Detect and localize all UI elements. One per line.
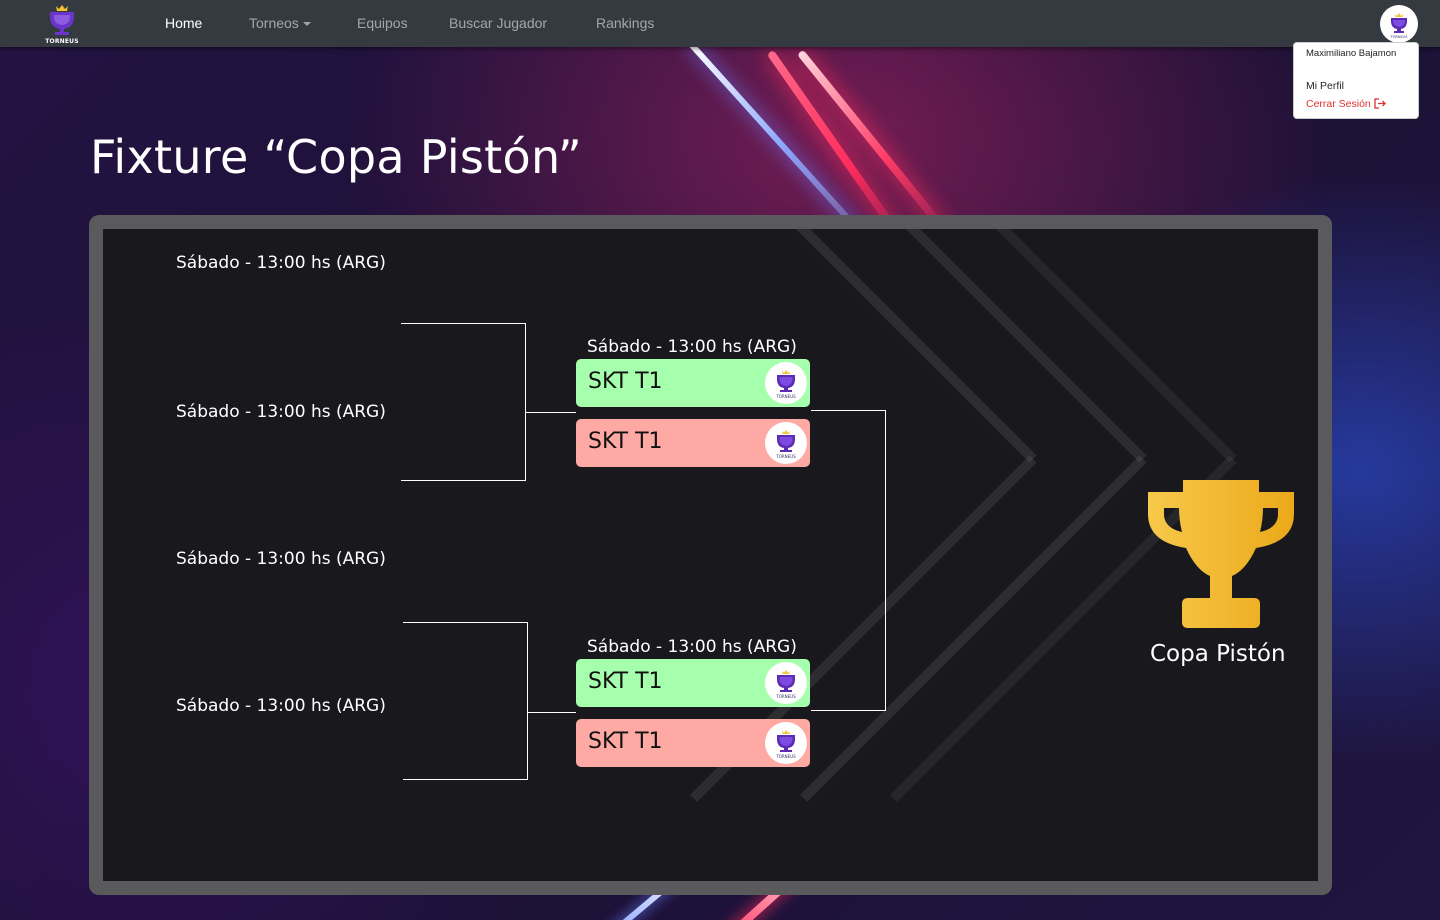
caret-down-icon	[302, 22, 311, 27]
bracket-connector	[885, 410, 886, 710]
round1-match-time: Sábado - 13:00 hs (ARG)	[176, 696, 386, 716]
team-logo: TORNEUS	[765, 722, 807, 764]
team-name: SKT T1	[588, 669, 663, 694]
team-logo: TORNEUS	[765, 662, 807, 704]
team-card-loser[interactable]: SKT T1 TORNEUS	[576, 419, 810, 467]
svg-text:TORNEUS: TORNEUS	[775, 694, 796, 699]
logout-icon	[1374, 98, 1386, 109]
svg-text:TORNEUS: TORNEUS	[775, 394, 796, 399]
bracket-connector	[401, 323, 526, 324]
trophy-icon	[1148, 480, 1294, 628]
nav-torneos-label: Torneos	[249, 15, 299, 31]
bracket-connector	[527, 622, 528, 779]
bracket-connector	[525, 323, 526, 480]
team-name: SKT T1	[588, 429, 663, 454]
bracket-connector	[403, 622, 528, 623]
nav-equipos[interactable]: Equipos	[357, 15, 408, 31]
round2-match-time: Sábado - 13:00 hs (ARG)	[587, 637, 797, 657]
round2-match-time: Sábado - 13:00 hs (ARG)	[587, 337, 797, 357]
team-card-winner[interactable]: SKT T1 TORNEUS	[576, 359, 810, 407]
round1-match-time: Sábado - 13:00 hs (ARG)	[176, 549, 386, 569]
page-title: Fixture “Copa Pistón”	[90, 130, 583, 184]
brand-logo[interactable]: TORNEUS	[44, 3, 80, 45]
background-chevron	[800, 229, 1147, 463]
tournament-name-label: Copa Pistón	[1150, 641, 1286, 667]
svg-text:TORNEUS: TORNEUS	[775, 754, 796, 759]
svg-text:TORNEUS: TORNEUS	[775, 454, 796, 459]
user-name: Maximiliano Bajamon	[1306, 48, 1397, 59]
team-card-winner[interactable]: SKT T1 TORNEUS	[576, 659, 810, 707]
nav-home[interactable]: Home	[165, 15, 202, 31]
team-card-loser[interactable]: SKT T1 TORNEUS	[576, 719, 810, 767]
nav-buscar-jugador[interactable]: Buscar Jugador	[449, 15, 547, 31]
bracket-connector	[811, 410, 886, 411]
bracket-connector	[401, 480, 526, 481]
team-name: SKT T1	[588, 369, 663, 394]
team-trophy-icon: TORNEUS	[775, 730, 796, 759]
trophy-icon	[50, 5, 74, 35]
team-trophy-icon: TORNEUS	[775, 430, 796, 459]
team-trophy-icon: TORNEUS	[775, 670, 796, 699]
bracket-connector	[811, 710, 886, 711]
team-logo: TORNEUS	[765, 422, 807, 464]
team-logo: TORNEUS	[765, 362, 807, 404]
profile-link[interactable]: Mi Perfil	[1306, 80, 1344, 92]
user-avatar[interactable]: TORNEUS	[1380, 5, 1418, 43]
brand-name: TORNEUS	[45, 38, 79, 45]
logout-link[interactable]: Cerrar Sesión	[1306, 98, 1387, 110]
svg-text:TORNEUS: TORNEUS	[1390, 35, 1409, 39]
bracket-connector	[403, 779, 528, 780]
bracket-connector	[525, 412, 576, 413]
bracket-connector	[527, 712, 576, 713]
avatar-logo-icon: TORNEUS	[1390, 13, 1409, 39]
background-chevron	[800, 455, 1147, 802]
round1-match-time: Sábado - 13:00 hs (ARG)	[176, 402, 386, 422]
nav-torneos[interactable]: Torneos	[249, 15, 311, 31]
user-dropdown-menu: Maximiliano Bajamon Mi Perfil Cerrar Ses…	[1293, 42, 1419, 119]
nav-rankings[interactable]: Rankings	[596, 15, 654, 31]
team-trophy-icon: TORNEUS	[775, 370, 796, 399]
round1-match-time: Sábado - 13:00 hs (ARG)	[176, 253, 386, 273]
team-name: SKT T1	[588, 729, 663, 754]
logout-label: Cerrar Sesión	[1306, 98, 1371, 110]
navbar: TORNEUS Home Torneos Equipos Buscar Juga…	[0, 0, 1440, 47]
